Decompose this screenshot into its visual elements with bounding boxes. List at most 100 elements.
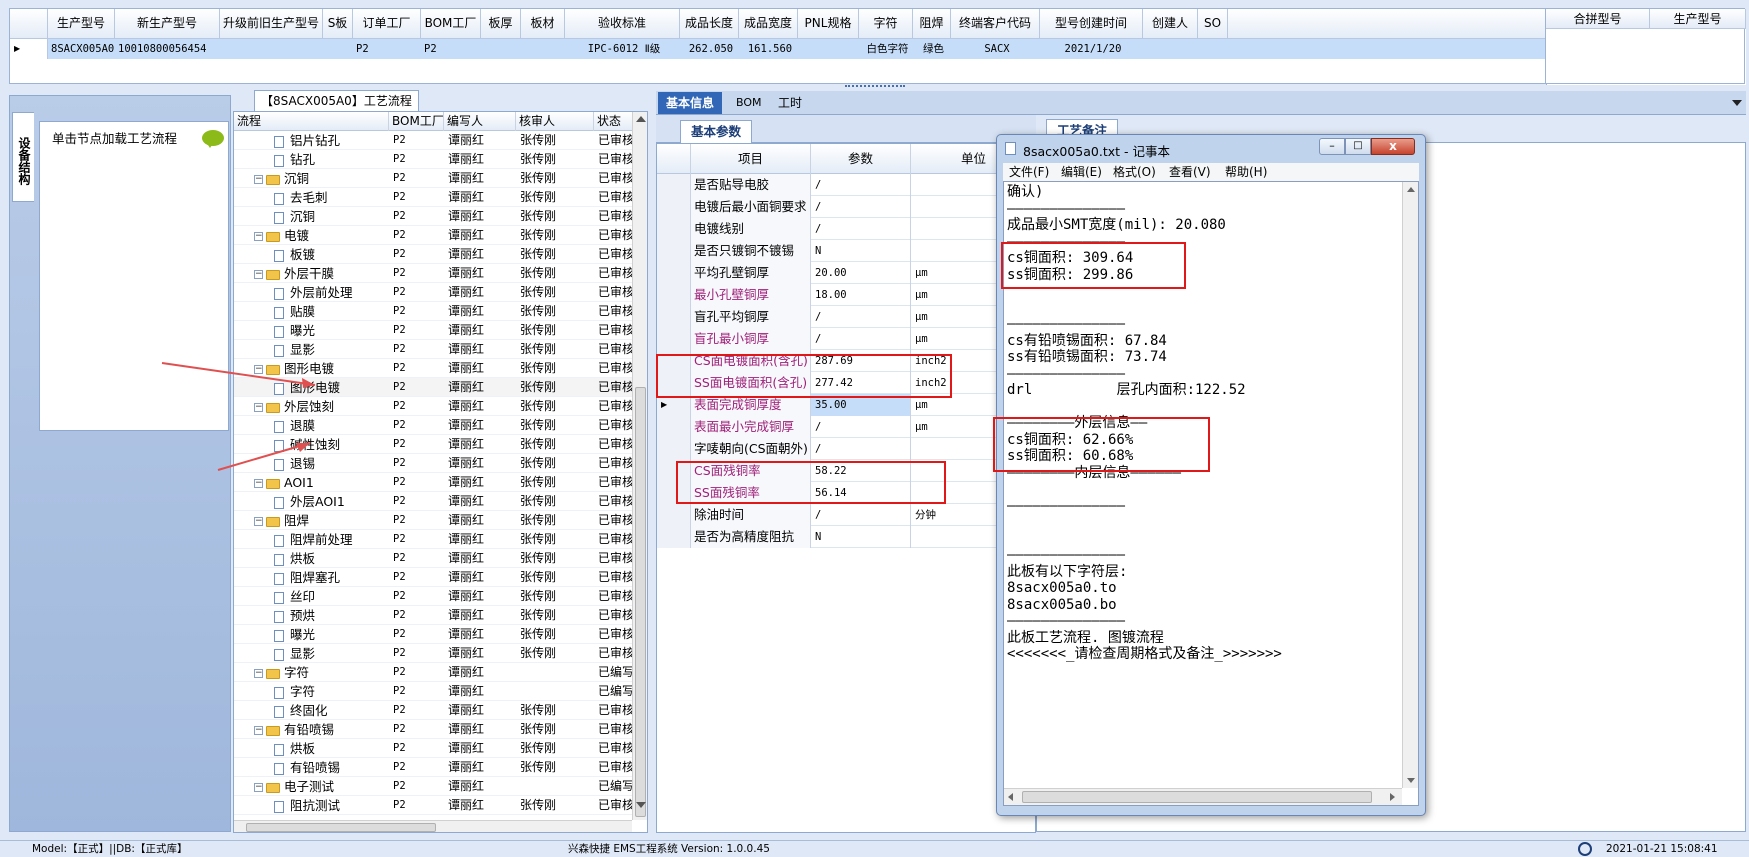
flow-reviewer-cell[interactable]: 张传刚 bbox=[516, 188, 594, 207]
info-row[interactable]: 电镀后最小面铜要求 / bbox=[657, 196, 1035, 218]
flow-reviewer-cell[interactable] bbox=[516, 682, 594, 701]
flow-writer-cell[interactable]: 谭丽红 bbox=[444, 207, 516, 226]
info-row[interactable]: 平均孔壁铜厚 20.00 μm bbox=[657, 262, 1035, 284]
flow-row[interactable]: 板镀 P2 谭丽红 张传刚 已审核 bbox=[234, 245, 634, 264]
flow-writer-cell[interactable]: 谭丽红 bbox=[444, 701, 516, 720]
row-selector[interactable] bbox=[10, 9, 48, 39]
collapse-toggle-icon[interactable]: − bbox=[254, 669, 263, 678]
flow-status-cell[interactable]: 已审核 bbox=[594, 454, 634, 473]
top-cell-14[interactable]: SACX bbox=[951, 39, 1040, 59]
flow-status-cell[interactable]: 已审核 bbox=[594, 416, 634, 435]
flow-row[interactable]: 曝光 P2 谭丽红 张传刚 已审核 bbox=[234, 321, 634, 340]
flow-process-cell[interactable]: − 有铅喷锡 bbox=[234, 720, 389, 739]
menu-edit[interactable]: 编辑(E) bbox=[1061, 163, 1102, 181]
top-header-16[interactable]: 创建人 bbox=[1143, 9, 1198, 39]
top-cell-3[interactable] bbox=[323, 39, 353, 59]
flow-status-cell[interactable]: 已审核 bbox=[594, 188, 634, 207]
flow-process-cell[interactable]: − 字符 bbox=[234, 663, 389, 682]
flow-process-cell[interactable]: 阻抗测试 bbox=[234, 796, 389, 815]
flow-reviewer-cell[interactable]: 张传刚 bbox=[516, 606, 594, 625]
flow-reviewer-cell[interactable]: 张传刚 bbox=[516, 245, 594, 264]
info-row[interactable]: 表面最小完成铜厚 / μm bbox=[657, 416, 1035, 438]
flow-bom-cell[interactable]: P2 bbox=[389, 397, 444, 416]
flow-status-cell[interactable]: 已审核 bbox=[594, 283, 634, 302]
flow-reviewer-cell[interactable]: 张传刚 bbox=[516, 302, 594, 321]
np-scroll-down-icon[interactable] bbox=[1407, 778, 1415, 783]
flow-row[interactable]: 钻孔 P2 谭丽红 张传刚 已审核 bbox=[234, 150, 634, 169]
tab-bar-dropdown-icon[interactable] bbox=[1732, 100, 1742, 106]
collapse-toggle-icon[interactable]: − bbox=[254, 232, 263, 241]
top-cell-0[interactable]: 8SACX005A0 bbox=[48, 39, 115, 59]
flow-row[interactable]: − 阻焊 P2 谭丽红 张传刚 已审核 bbox=[234, 511, 634, 530]
merge-header-model[interactable]: 生产型号 bbox=[1650, 9, 1746, 29]
flow-status-cell[interactable]: 已审核 bbox=[594, 587, 634, 606]
top-header-13[interactable]: 阻焊 bbox=[913, 9, 951, 39]
flow-writer-cell[interactable]: 谭丽红 bbox=[444, 511, 516, 530]
info-row-selector[interactable] bbox=[657, 306, 691, 328]
top-cell-7[interactable] bbox=[521, 39, 565, 59]
row-pointer-icon[interactable]: ▶ bbox=[10, 39, 48, 59]
top-cell-12[interactable]: 白色字符 bbox=[859, 39, 913, 59]
flow-row[interactable]: 曝光 P2 谭丽红 张传刚 已审核 bbox=[234, 625, 634, 644]
flow-reviewer-cell[interactable]: 张传刚 bbox=[516, 701, 594, 720]
info-row-selector[interactable] bbox=[657, 526, 691, 548]
flow-process-cell[interactable]: 阻焊塞孔 bbox=[234, 568, 389, 587]
flow-bom-cell[interactable]: P2 bbox=[389, 340, 444, 359]
flow-reviewer-cell[interactable]: 张传刚 bbox=[516, 226, 594, 245]
flow-row[interactable]: − 电镀 P2 谭丽红 张传刚 已审核 bbox=[234, 226, 634, 245]
maximize-button[interactable]: □ bbox=[1345, 138, 1371, 155]
flow-writer-cell[interactable]: 谭丽红 bbox=[444, 587, 516, 606]
collapse-toggle-icon[interactable]: − bbox=[254, 517, 263, 526]
flow-row[interactable]: − 沉铜 P2 谭丽红 张传刚 已审核 bbox=[234, 169, 634, 188]
flow-writer-cell[interactable]: 谭丽红 bbox=[444, 416, 516, 435]
flow-reviewer-cell[interactable]: 张传刚 bbox=[516, 207, 594, 226]
flow-row[interactable]: 阻焊塞孔 P2 谭丽红 张传刚 已审核 bbox=[234, 568, 634, 587]
info-row[interactable]: 盲孔最小铜厚 / μm bbox=[657, 328, 1035, 350]
flow-reviewer-cell[interactable]: 张传刚 bbox=[516, 549, 594, 568]
info-value-cell[interactable]: / bbox=[811, 196, 911, 218]
flow-reviewer-cell[interactable]: 张传刚 bbox=[516, 283, 594, 302]
top-grid-data-row[interactable]: ▶ 8SACX005A0 10010800056454 P2 P2 IPC-6012 Ⅱ级… bbox=[10, 39, 1548, 59]
flow-row[interactable]: 烘板 P2 谭丽红 张传刚 已审核 bbox=[234, 549, 634, 568]
flow-status-cell[interactable]: 已审核 bbox=[594, 492, 634, 511]
top-cell-6[interactable] bbox=[481, 39, 521, 59]
merge-header-combined[interactable]: 合拼型号 bbox=[1546, 9, 1650, 29]
top-header-3[interactable]: S板 bbox=[323, 9, 353, 39]
info-value-cell[interactable]: N bbox=[811, 240, 911, 262]
flow-writer-cell[interactable]: 谭丽红 bbox=[444, 777, 516, 796]
flow-status-cell[interactable]: 已编写 bbox=[594, 663, 634, 682]
flow-process-cell[interactable]: 烘板 bbox=[234, 739, 389, 758]
flow-status-cell[interactable]: 已审核 bbox=[594, 150, 634, 169]
top-cell-2[interactable] bbox=[220, 39, 323, 59]
flow-writer-cell[interactable]: 谭丽红 bbox=[444, 131, 516, 150]
flow-process-cell[interactable]: − 阻焊 bbox=[234, 511, 389, 530]
flow-writer-cell[interactable]: 谭丽红 bbox=[444, 321, 516, 340]
flow-writer-cell[interactable]: 谭丽红 bbox=[444, 473, 516, 492]
info-row-selector[interactable] bbox=[657, 416, 691, 438]
flow-row[interactable]: 外层AOI1 P2 谭丽红 张传刚 已审核 bbox=[234, 492, 634, 511]
vertical-tab-device-structure[interactable]: 设备结构 bbox=[12, 112, 34, 202]
flow-writer-cell[interactable]: 谭丽红 bbox=[444, 397, 516, 416]
collapse-toggle-icon[interactable]: − bbox=[254, 726, 263, 735]
info-value-cell[interactable]: / bbox=[811, 306, 911, 328]
collapse-toggle-icon[interactable]: − bbox=[254, 783, 263, 792]
flow-status-cell[interactable]: 已审核 bbox=[594, 378, 634, 397]
top-header-17[interactable]: SO bbox=[1198, 9, 1228, 39]
info-row[interactable]: ▶ 表面完成铜厚度 35.00 μm bbox=[657, 394, 1035, 416]
flow-row[interactable]: 字符 P2 谭丽红 已编写 bbox=[234, 682, 634, 701]
info-row-selector[interactable] bbox=[657, 350, 691, 372]
flow-header-3[interactable]: 核审人 bbox=[516, 112, 594, 131]
flow-writer-cell[interactable]: 谭丽红 bbox=[444, 530, 516, 549]
flow-status-cell[interactable]: 已审核 bbox=[594, 359, 634, 378]
flow-process-cell[interactable]: 铝片钻孔 bbox=[234, 131, 389, 150]
flow-writer-cell[interactable]: 谭丽红 bbox=[444, 150, 516, 169]
flow-reviewer-cell[interactable]: 张传刚 bbox=[516, 473, 594, 492]
info-row-selector[interactable] bbox=[657, 284, 691, 306]
flow-bom-cell[interactable]: P2 bbox=[389, 758, 444, 777]
top-header-12[interactable]: 字符 bbox=[859, 9, 913, 39]
top-cell-8[interactable]: IPC-6012 Ⅱ级 bbox=[565, 39, 680, 59]
flow-reviewer-cell[interactable]: 张传刚 bbox=[516, 587, 594, 606]
flow-writer-cell[interactable]: 谭丽红 bbox=[444, 549, 516, 568]
info-row-selector[interactable] bbox=[657, 482, 691, 504]
flow-process-cell[interactable]: 阻焊前处理 bbox=[234, 530, 389, 549]
